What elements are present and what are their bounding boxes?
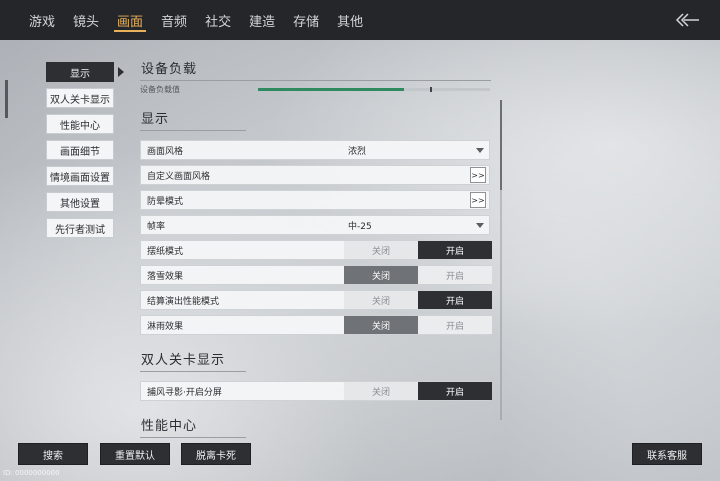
framerate-dropdown[interactable]: 中-25 (344, 216, 492, 234)
settings-panel: 设备负载 设备负载值 显示 画面风格 浓烈 自定义画面风格 >> 防晕模式 >>… (140, 58, 492, 438)
paper-mode-row: 摆纸模式 关闭 开启 (140, 240, 492, 260)
panel-scrollbar-thumb[interactable] (500, 100, 502, 190)
tab-storage[interactable]: 存储 (284, 0, 328, 40)
search-button[interactable]: 搜索 (18, 443, 88, 465)
splitscreen-toggle: 关闭 开启 (344, 382, 492, 400)
settlement-perf-on-option[interactable]: 开启 (418, 291, 492, 309)
reset-default-button[interactable]: 重置默认 (100, 443, 170, 465)
tab-other[interactable]: 其他 (328, 0, 372, 40)
settings-subnav: 显示 双人关卡显示 性能中心 画面细节 情境画面设置 其他设置 先行者测试 (46, 62, 116, 244)
device-load-row: 设备负载值 (140, 84, 492, 94)
snow-effect-on-option[interactable]: 开启 (418, 266, 492, 284)
custom-style-label: 自定义画面风格 (147, 171, 211, 182)
snow-effect-row: 落雪效果 关闭 开启 (140, 265, 492, 285)
contact-support-button[interactable]: 联系客服 (632, 443, 702, 465)
tab-social[interactable]: 社交 (196, 0, 240, 40)
subnav-item-other-settings[interactable]: 其他设置 (46, 192, 114, 212)
side-scroll-indicator (5, 80, 8, 118)
selected-arrow-icon (118, 67, 124, 77)
unstuck-button[interactable]: 脱离卡死 (181, 443, 251, 465)
device-load-fill (258, 88, 405, 91)
chevron-down-icon (476, 147, 484, 153)
device-load-title: 设备负载 (140, 58, 491, 81)
framerate-row: 帧率 中-25 (140, 215, 490, 235)
subnav-item-performance[interactable]: 性能中心 (46, 114, 114, 134)
subnav-item-display[interactable]: 显示 (46, 62, 114, 82)
category-tabs: 游戏 镜头 画面 音频 社交 建造 存储 其他 (20, 0, 372, 40)
top-navigation-bar: 游戏 镜头 画面 音频 社交 建造 存储 其他 (0, 0, 720, 40)
tab-game[interactable]: 游戏 (20, 0, 64, 40)
splitscreen-off-option[interactable]: 关闭 (344, 382, 418, 400)
settlement-perf-off-option[interactable]: 关闭 (344, 291, 418, 309)
paper-mode-on-option[interactable]: 开启 (418, 241, 492, 259)
tab-audio[interactable]: 音频 (152, 0, 196, 40)
rain-effect-toggle: 关闭 开启 (344, 316, 492, 334)
rain-effect-off-option[interactable]: 关闭 (344, 316, 418, 334)
device-load-marker (429, 87, 432, 92)
subnav-item-coop-display[interactable]: 双人关卡显示 (46, 88, 114, 108)
splitscreen-on-option[interactable]: 开启 (418, 382, 492, 400)
chevron-down-icon (476, 222, 484, 228)
paper-mode-off-option[interactable]: 关闭 (344, 241, 418, 259)
rain-effect-row: 淋雨效果 关闭 开启 (140, 315, 492, 335)
subnav-item-context-settings[interactable]: 情境画面设置 (46, 166, 114, 186)
display-section-title: 显示 (140, 108, 246, 131)
graphics-style-value: 浓烈 (348, 146, 367, 157)
graphics-style-row: 画面风格 浓烈 (140, 140, 490, 160)
snow-effect-off-option[interactable]: 关闭 (344, 266, 418, 284)
snow-effect-toggle: 关闭 开启 (344, 266, 492, 284)
splitscreen-row: 捕风寻影·开启分屏 关闭 开启 (140, 381, 492, 401)
double-chevron-left-arrow-icon (675, 13, 699, 27)
motion-sickness-label: 防晕模式 (147, 196, 184, 207)
device-load-label: 设备负载值 (140, 85, 180, 94)
motion-sickness-row: 防晕模式 >> (140, 190, 490, 210)
subnav-item-pioneer-test[interactable]: 先行者测试 (46, 218, 114, 238)
settlement-perf-toggle: 关闭 开启 (344, 291, 492, 309)
subnav-item-detail[interactable]: 画面细节 (46, 140, 114, 160)
tab-build[interactable]: 建造 (240, 0, 284, 40)
player-id-text: ID: 0000000000 (3, 469, 60, 477)
paper-mode-toggle: 关闭 开启 (344, 241, 492, 259)
graphics-style-dropdown[interactable]: 浓烈 (344, 141, 492, 159)
custom-style-row: 自定义画面风格 >> (140, 165, 490, 185)
rain-effect-on-option[interactable]: 开启 (418, 316, 492, 334)
custom-style-open-button[interactable]: >> (470, 167, 486, 183)
coop-section-title: 双人关卡显示 (140, 349, 246, 372)
motion-sickness-open-button[interactable]: >> (470, 192, 486, 208)
framerate-value: 中-25 (348, 221, 372, 232)
tab-graphics[interactable]: 画面 (108, 0, 152, 40)
back-button[interactable] (674, 9, 702, 31)
tab-camera[interactable]: 镜头 (64, 0, 108, 40)
device-load-bar (258, 87, 490, 92)
settlement-perf-row: 结算演出性能模式 关闭 开启 (140, 290, 492, 310)
performance-section-title: 性能中心 (140, 415, 246, 438)
